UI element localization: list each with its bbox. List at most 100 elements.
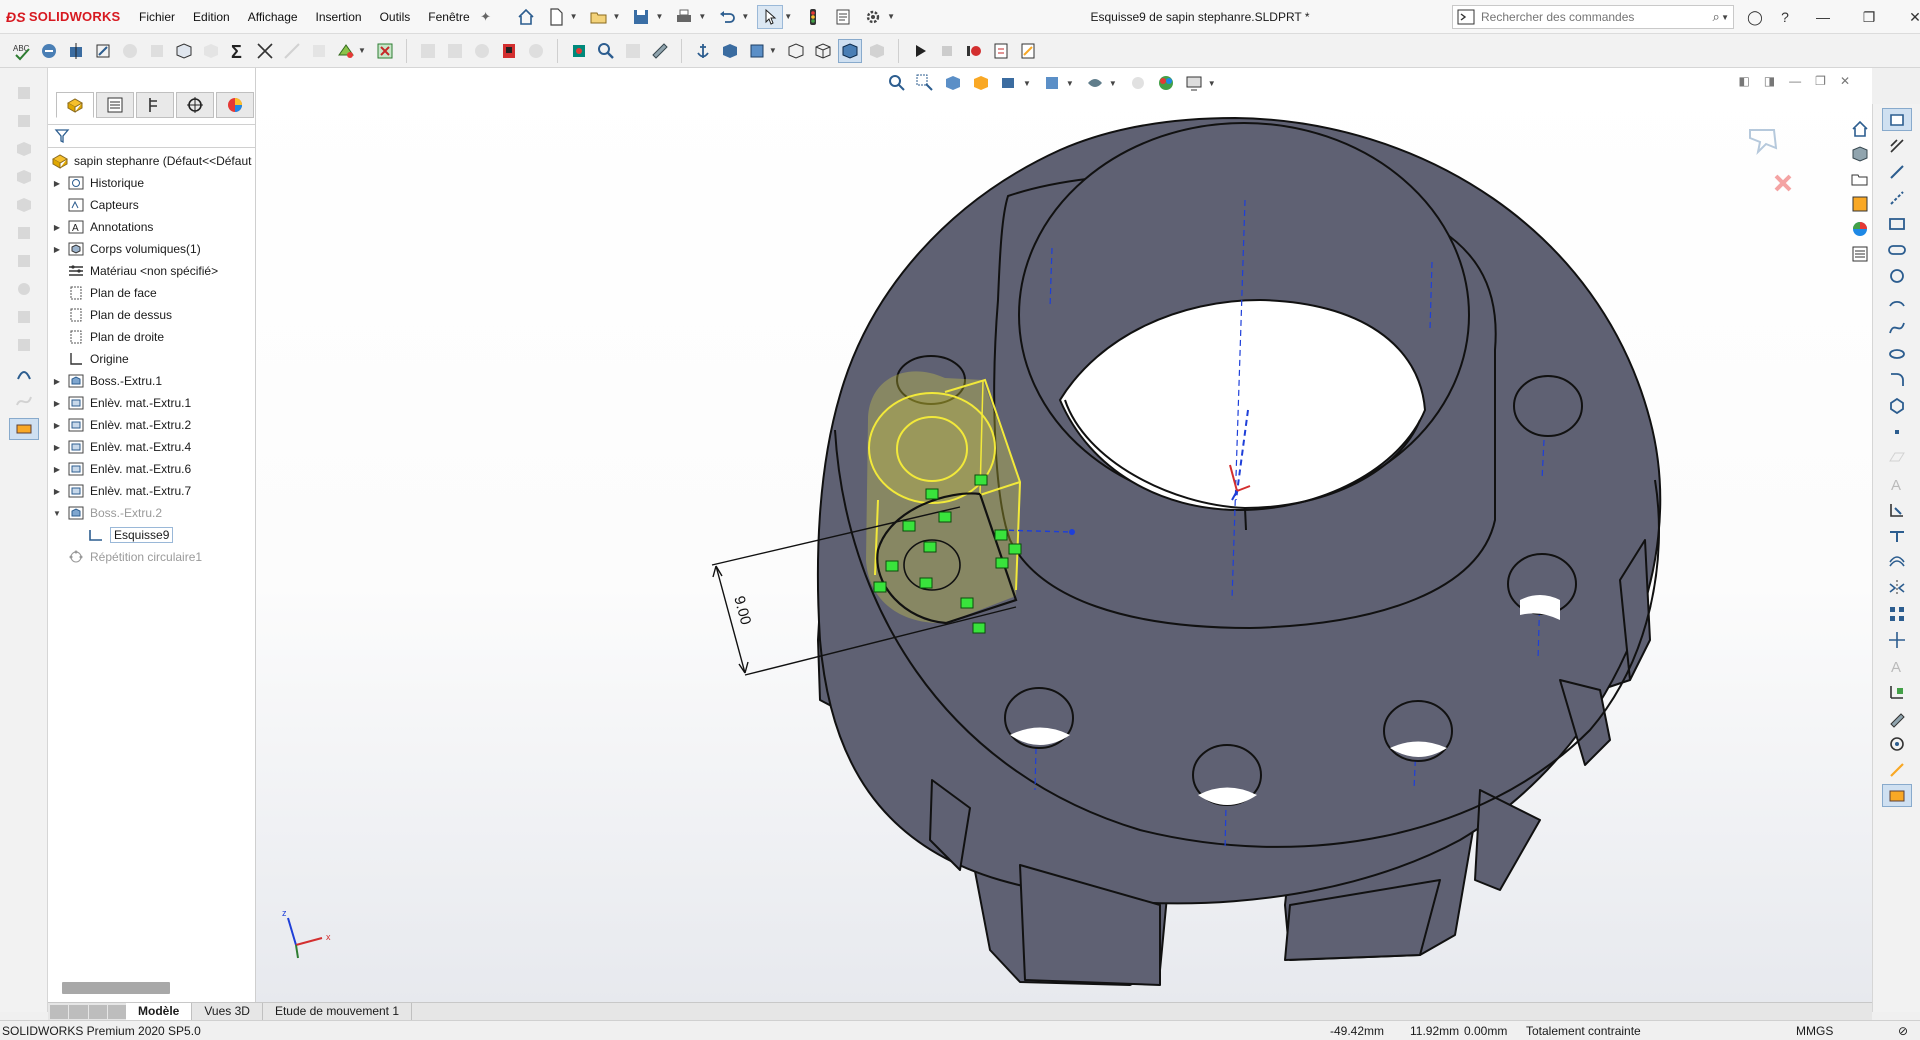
tree-node[interactable]: ▶ Enlèv. mat.-Extru.2 (48, 414, 255, 436)
propertymanager-tab-icon[interactable] (96, 92, 134, 118)
mass-properties-icon[interactable] (64, 39, 88, 63)
expand-arrow-icon[interactable]: ▶ (48, 377, 66, 386)
menu-fichier[interactable]: Fichier (130, 10, 184, 24)
tab-etude-mouvement[interactable]: Etude de mouvement 1 (263, 1002, 413, 1021)
tree-node[interactable]: Plan de dessus (48, 304, 255, 326)
edit-appearance-icon[interactable] (1155, 72, 1177, 94)
horizontal-scrollbar[interactable] (62, 982, 170, 994)
home-icon[interactable] (513, 5, 539, 29)
tree-node[interactable]: Plan de face (48, 282, 255, 304)
record-macro-icon[interactable] (962, 39, 986, 63)
polygon-tool-icon[interactable] (1882, 394, 1912, 417)
repair-sketch-icon[interactable] (199, 39, 223, 63)
rapid-sketch-icon[interactable] (1882, 732, 1912, 755)
sketch-text-icon[interactable]: A (1882, 654, 1912, 677)
deviation-analysis-icon[interactable] (253, 39, 277, 63)
expand-arrow-icon[interactable]: ▶ (48, 443, 66, 452)
ellipse-tool-icon[interactable] (1882, 342, 1912, 365)
move-entities-icon[interactable] (1882, 628, 1912, 651)
menu-fenetre[interactable]: Fenêtre (419, 10, 478, 24)
sensor-tool-icon[interactable] (118, 39, 142, 63)
search-options-icon[interactable]: ▼ (1721, 13, 1729, 22)
graphics-viewport[interactable]: 9.00 z x ▼ ▼ ▼ ▼ ◧ ◨ — ❐ ✕ (256, 68, 1872, 1002)
previous-view-icon[interactable] (942, 72, 964, 94)
edit-macro-icon[interactable] (1016, 39, 1040, 63)
view-orientation-dropdown-icon[interactable] (1041, 72, 1063, 94)
undo-icon[interactable] (714, 5, 740, 29)
expand-arrow-icon[interactable]: ▶ (48, 399, 66, 408)
print-icon[interactable] (671, 5, 697, 29)
geometry-analysis-icon[interactable] (307, 39, 331, 63)
convert-entities-icon[interactable] (1882, 524, 1912, 547)
play-macro-icon[interactable] (908, 39, 932, 63)
fillet-tool-icon[interactable] (1882, 368, 1912, 391)
expand-arrow-icon[interactable]: ▶ (48, 179, 66, 188)
design-library-icon[interactable] (1848, 143, 1872, 165)
tree-node[interactable]: ▶ Boss.-Extru.1 (48, 370, 255, 392)
wireframe-view-icon[interactable] (811, 39, 835, 63)
displaymanager-tab-icon[interactable] (216, 92, 254, 118)
measure-icon[interactable] (37, 39, 61, 63)
spell-check-icon[interactable]: ABC (10, 39, 34, 63)
command-search[interactable]: ⌕ ▼ (1452, 5, 1734, 29)
standard-views-icon[interactable] (745, 39, 769, 63)
tree-node[interactable]: Origine (48, 348, 255, 370)
apply-scene-icon[interactable] (1183, 72, 1205, 94)
equations-sigma-icon[interactable]: Σ (226, 39, 250, 63)
file-explorer-icon[interactable] (1848, 168, 1872, 190)
account-icon[interactable]: ◯ (1740, 4, 1770, 30)
simulation-icon-2[interactable] (443, 39, 467, 63)
file-properties-icon[interactable] (830, 5, 856, 29)
section-view-icon[interactable] (970, 72, 992, 94)
offset-entities-icon[interactable] (1882, 550, 1912, 573)
select-cursor-icon[interactable] (757, 4, 784, 29)
sustainability-icon[interactable] (524, 39, 548, 63)
shaded-sketch-contours-icon[interactable] (1881, 784, 1912, 807)
zoom-icon[interactable] (594, 39, 618, 63)
instant3d-icon[interactable] (8, 418, 39, 440)
zoom-to-fit-icon[interactable] (886, 72, 908, 94)
dimxpert-tab-icon[interactable] (176, 92, 214, 118)
section-properties-icon[interactable] (91, 39, 115, 63)
tree-node[interactable]: Plan de droite (48, 326, 255, 348)
tree-node[interactable]: Capteurs (48, 194, 255, 216)
tree-node[interactable]: ▶ Enlèv. mat.-Extru.1 (48, 392, 255, 414)
appearances-icon[interactable] (1848, 218, 1872, 240)
save-icon[interactable] (628, 5, 654, 29)
smart-dimension-icon[interactable] (1882, 134, 1912, 157)
tree-node[interactable]: ▶ Enlèv. mat.-Extru.4 (48, 436, 255, 458)
arc-tool-icon[interactable] (1882, 290, 1912, 313)
tree-filter-bar[interactable] (48, 124, 255, 148)
simulation-icon-3[interactable] (470, 39, 494, 63)
tree-node[interactable]: ▶ Corps volumiques(1) (48, 238, 255, 260)
anchor-icon[interactable] (691, 39, 715, 63)
compare-documents-icon[interactable] (621, 39, 645, 63)
unit-system[interactable]: MMGS (1796, 1024, 1833, 1038)
spline-icon[interactable] (9, 390, 39, 412)
new-document-icon[interactable] (543, 5, 569, 29)
check-geometry-icon[interactable] (648, 39, 672, 63)
configurationmanager-tab-icon[interactable] (136, 92, 174, 118)
left-tool-1-icon[interactable] (9, 82, 39, 104)
add-relation-icon[interactable] (1882, 680, 1912, 703)
line-tool-icon[interactable] (1882, 160, 1912, 183)
zoom-area-icon[interactable] (914, 72, 936, 94)
left-tool-3-icon[interactable] (9, 138, 39, 160)
expand-arrow-icon[interactable]: ▶ (48, 487, 66, 496)
tree-node[interactable]: Matériau <non spécifié> (48, 260, 255, 282)
close-button[interactable]: ✕ (1892, 4, 1920, 30)
minimize-button[interactable]: — (1800, 4, 1846, 30)
design-checker-icon[interactable] (567, 39, 591, 63)
tree-root-part[interactable]: sapin stephanre (Défaut<<Défaut (48, 150, 255, 172)
instant2d-icon[interactable] (1882, 758, 1912, 781)
dynamic-annotation-icon[interactable] (998, 72, 1020, 94)
left-tool-4-icon[interactable] (9, 166, 39, 188)
view-palette-icon[interactable] (1848, 193, 1872, 215)
featuremanager-tab-icon[interactable] (56, 92, 94, 118)
centerline-tool-icon[interactable] (1882, 186, 1912, 209)
viewport-close-icon[interactable]: ✕ (1840, 74, 1850, 88)
simulation-icon-1[interactable] (416, 39, 440, 63)
shaded-icon[interactable] (865, 39, 889, 63)
tree-node[interactable]: ▶ A Annotations (48, 216, 255, 238)
view-orientation-icon[interactable] (718, 39, 742, 63)
